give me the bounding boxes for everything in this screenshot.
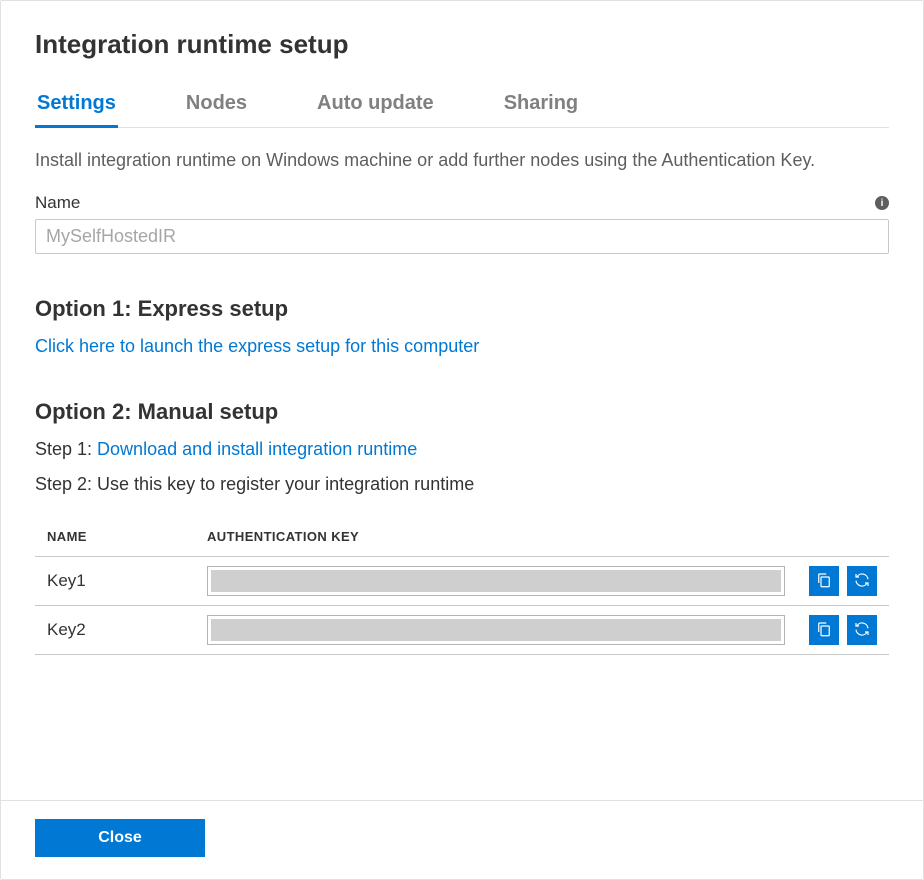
step2-line: Step 2: Use this key to register your in… bbox=[35, 474, 889, 495]
refresh-key1-button[interactable] bbox=[847, 566, 877, 596]
copy-key1-button[interactable] bbox=[809, 566, 839, 596]
copy-key2-button[interactable] bbox=[809, 615, 839, 645]
download-runtime-link[interactable]: Download and install integration runtime bbox=[97, 439, 417, 459]
tab-auto-update[interactable]: Auto update bbox=[315, 86, 436, 128]
key-name-cell: Key2 bbox=[35, 606, 195, 655]
key-value-masked bbox=[211, 619, 781, 641]
table-row: Key2 bbox=[35, 606, 889, 655]
col-header-name: NAME bbox=[35, 519, 195, 557]
step1-prefix: Step 1: bbox=[35, 439, 97, 459]
refresh-icon bbox=[853, 620, 871, 641]
express-setup-link[interactable]: Click here to launch the express setup f… bbox=[35, 336, 479, 356]
table-row: Key1 bbox=[35, 557, 889, 606]
refresh-key2-button[interactable] bbox=[847, 615, 877, 645]
name-input[interactable] bbox=[35, 219, 889, 254]
key-value-box[interactable] bbox=[207, 566, 785, 596]
tab-settings[interactable]: Settings bbox=[35, 86, 118, 128]
tab-sharing[interactable]: Sharing bbox=[502, 86, 580, 128]
auth-key-table: NAME AUTHENTICATION KEY Key1 bbox=[35, 519, 889, 655]
tabs: Settings Nodes Auto update Sharing bbox=[35, 86, 889, 128]
info-icon[interactable]: i bbox=[875, 196, 889, 210]
step1-line: Step 1: Download and install integration… bbox=[35, 439, 889, 460]
setup-panel: Integration runtime setup Settings Nodes… bbox=[0, 0, 924, 880]
copy-icon bbox=[815, 620, 833, 641]
key-value-cell bbox=[195, 606, 797, 655]
col-header-actions bbox=[797, 519, 889, 557]
page-title: Integration runtime setup bbox=[35, 29, 889, 60]
copy-icon bbox=[815, 571, 833, 592]
key-actions-cell bbox=[797, 557, 889, 606]
tab-nodes[interactable]: Nodes bbox=[184, 86, 249, 128]
key-value-masked bbox=[211, 570, 781, 592]
key-value-cell bbox=[195, 557, 797, 606]
table-header-row: NAME AUTHENTICATION KEY bbox=[35, 519, 889, 557]
panel-content: Integration runtime setup Settings Nodes… bbox=[1, 1, 923, 800]
name-label: Name bbox=[35, 193, 80, 213]
name-label-row: Name i bbox=[35, 193, 889, 213]
refresh-icon bbox=[853, 571, 871, 592]
key-name-cell: Key1 bbox=[35, 557, 195, 606]
col-header-key: AUTHENTICATION KEY bbox=[195, 519, 797, 557]
key-value-box[interactable] bbox=[207, 615, 785, 645]
panel-footer: Close bbox=[1, 800, 923, 879]
close-button[interactable]: Close bbox=[35, 819, 205, 857]
option1-title: Option 1: Express setup bbox=[35, 296, 889, 322]
key-actions-cell bbox=[797, 606, 889, 655]
settings-description: Install integration runtime on Windows m… bbox=[35, 148, 889, 173]
option2-title: Option 2: Manual setup bbox=[35, 399, 889, 425]
